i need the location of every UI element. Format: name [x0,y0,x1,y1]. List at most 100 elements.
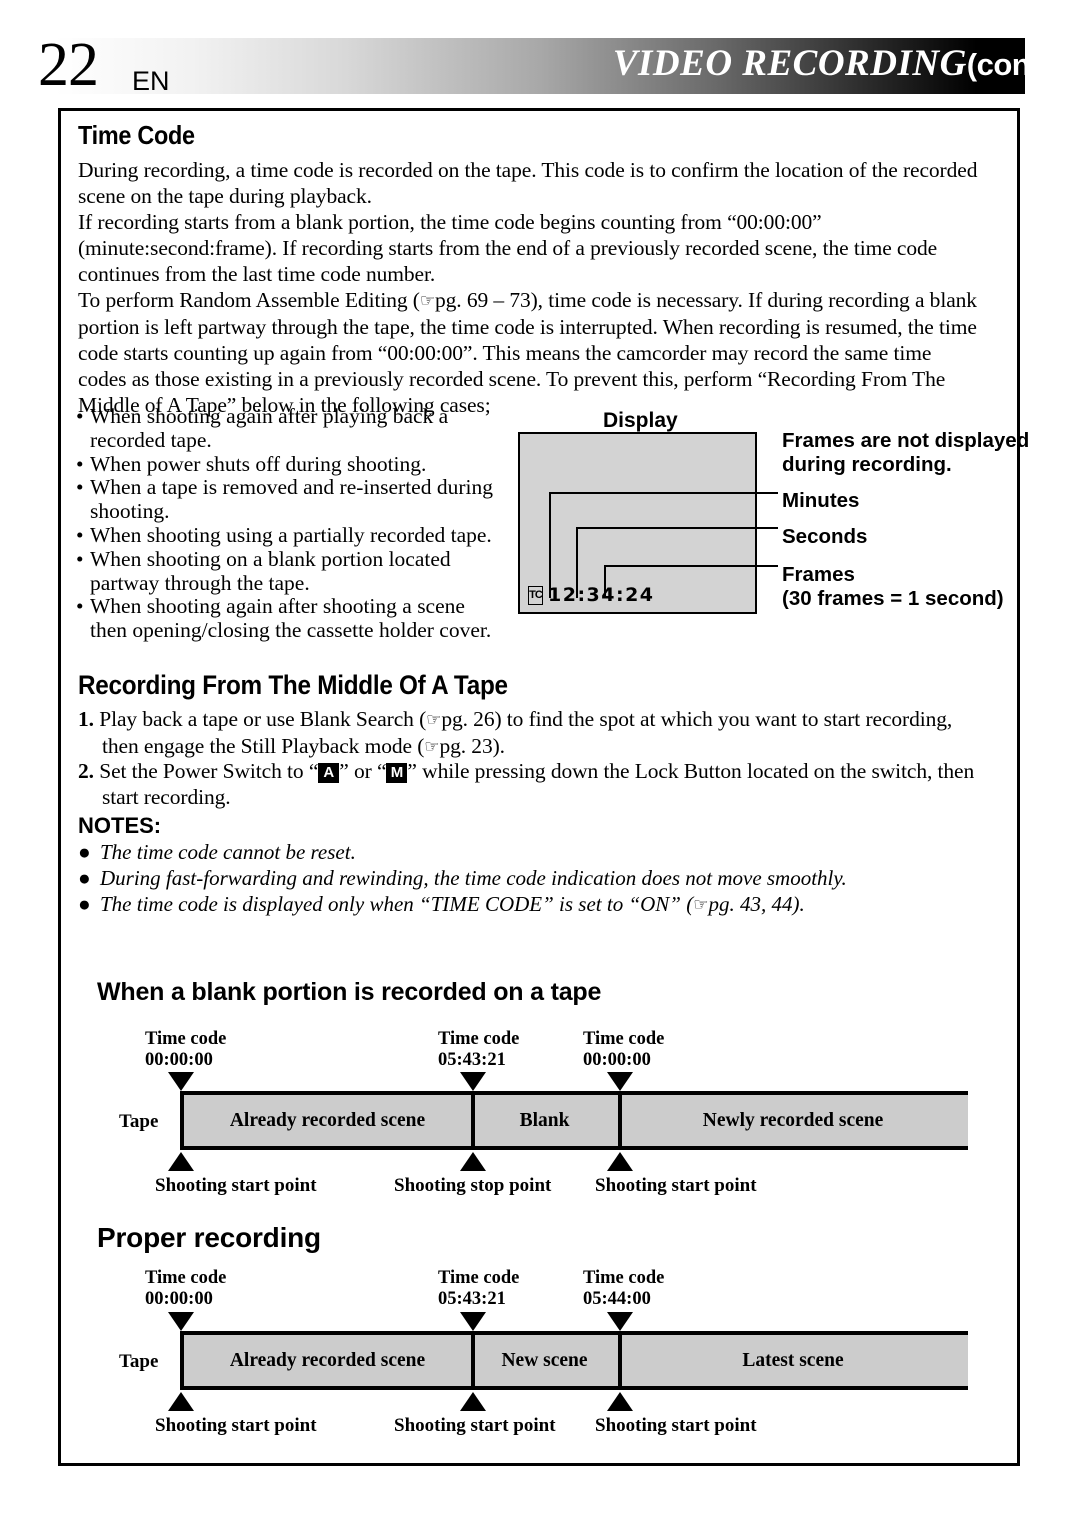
leader-line-minutes-horizontal [549,492,778,494]
leader-line-frames-horizontal [604,565,778,567]
timecode-value: 05:44:00 [583,1289,651,1309]
hand-pointer-icon: ☞ [424,737,440,757]
timecode-value: 00:00:00 [583,1050,651,1070]
timecode-marker-label-2: Time code 05:43:21 [438,1029,519,1071]
step-1-number: 1. [78,707,94,731]
note-frames-line2: during recording. [782,453,952,476]
step-1-line-2: then engage the Still Playback mode (☞pg… [78,733,1018,760]
time-code-bullet-list: When shooting again after playing back a… [76,404,526,643]
marker-arrow-down [168,1312,194,1331]
leader-line-seconds-horizontal [576,527,778,529]
note-text-a: The time code is displayed only when “TI… [100,892,694,916]
bullet-line: When shooting on a blank portion located [90,546,451,571]
bullet-line: When a tape is removed and re-inserted d… [90,475,493,500]
notes-heading: NOTES: [78,813,162,838]
step-2-text-a: Set the Power Switch to “ [99,759,319,783]
timecode-caption: Time code [583,1268,665,1288]
tape-segment-label: Already recorded scene [229,1350,426,1371]
marker-arrow-down [460,1312,486,1331]
list-item: When shooting using a partially recorded… [76,523,526,548]
step-2: 2. Set the Power Switch to “A” or “M” wh… [78,758,1018,810]
hand-pointer-icon: ☞ [426,710,442,730]
tape-segment-label: Latest scene [742,1350,844,1371]
shooting-point-label: Shooting start point [595,1415,757,1436]
power-switch-auto-icon: A [318,763,340,783]
leader-line-minutes-vertical [549,492,551,598]
page-header: 22 EN VIDEO RECORDING(cont.) [0,34,1080,96]
marker-arrow-down [607,1312,633,1331]
tc-p2-l1-a: To perform Random Assemble Editing ( [78,288,420,312]
tape-segment-label: Already recorded scene [229,1110,426,1131]
bullet-line: When shooting again after shooting a sce… [90,594,465,619]
step-1-text-c: then engage the Still Playback mode ( [102,734,425,758]
label-seconds: Seconds [782,525,868,548]
marker-arrow-up [607,1152,633,1171]
notes-list: ● The time code cannot be reset. ● Durin… [78,839,998,918]
leader-line-seconds-vertical [576,527,578,598]
marker-arrow-down [607,1072,633,1091]
step-2-number: 2. [78,759,94,783]
timecode-marker-label-1: Time code 00:00:00 [145,1268,226,1310]
timecode-marker-label-2: Time code 05:43:21 [438,1268,519,1310]
step-1-text-d: pg. 23). [439,734,505,758]
tc-p1-l2: scene on the tape during playback. [78,184,372,208]
bullet-dot: ● [78,892,91,916]
shooting-point-label: Shooting stop point [394,1175,552,1196]
tc-p1-l3: If recording starts from a blank portion… [78,210,822,234]
bullet-dot: ● [78,866,91,890]
tc-p2-l2: portion is left partway through the tape… [78,315,977,339]
shooting-point-label: Shooting start point [155,1175,317,1196]
page-title-text: VIDEO RECORDING [612,43,967,84]
tape-segment-label: New scene [501,1350,588,1371]
hand-pointer-icon: ☞ [419,291,435,311]
heading-diagram-blank: When a blank portion is recorded on a ta… [97,978,602,1006]
heading-diagram-proper: Proper recording [97,1222,321,1253]
leader-line-frames-vertical [604,565,606,598]
list-item: When shooting again after shooting a sce… [76,594,526,643]
marker-arrow-up [168,1152,194,1171]
page-title-suffix: (cont.) [966,47,1059,82]
note-text: During fast-forwarding and rewinding, th… [100,866,847,890]
timecode-value: 05:43:21 [438,1050,506,1070]
heading-recording-from-middle: Recording From The Middle Of A Tape [78,670,508,700]
tc-p2-l4: codes as those existing in a previously … [78,367,946,391]
note-text: The time code cannot be reset. [100,840,356,864]
time-code-paragraph-1: During recording, a time code is recorde… [78,157,1008,287]
step-2-text-c: ” while pressing down the Lock Button lo… [407,759,975,783]
timecode-value: 00:00:00 [145,1289,213,1309]
list-item: When shooting on a blank portion located… [76,546,526,596]
tc-p1-l5: continues from the last time code number… [78,262,436,286]
tc-p2-l1-b: pg. 69 – 73), time code is necessary. If… [434,288,977,312]
step-1-line-1: 1. Play back a tape or use Blank Search … [78,706,1018,733]
timecode-marker-label-3: Time code 05:44:00 [583,1268,664,1310]
bullet-line: partway through the tape. [90,570,310,595]
marker-arrow-down [168,1072,194,1091]
list-item: When shooting again after playing back a… [76,404,526,453]
step-2-text-b: ” or “ [339,759,387,783]
timecode-value: 00:00:00 [145,1050,213,1070]
timecode-value: 05:43:21 [438,1289,506,1309]
label-frames: Frames (30 frames = 1 second) [782,563,1004,611]
hand-pointer-icon: ☞ [693,895,709,915]
note-frames-line1: Frames are not displayed [782,429,1030,452]
step-1-text-b: pg. 26) to find the spot at which you wa… [441,707,953,731]
marker-arrow-up [168,1392,194,1411]
tc-p2-l3: code starts counting up again from “00:0… [78,341,932,365]
heading-time-code: Time Code [78,120,195,150]
page-number: 22 [38,31,99,99]
step-2-line-1: 2. Set the Power Switch to “A” or “M” wh… [78,758,1018,784]
tc-p1-l1: During recording, a time code is recorde… [78,158,978,182]
marker-arrow-down [460,1072,486,1091]
tc-p2-l1: To perform Random Assemble Editing (☞pg.… [78,287,1008,314]
shooting-point-label: Shooting start point [394,1415,556,1436]
list-item: ● The time code is displayed only when “… [78,891,998,918]
tape-label: Tape [119,1351,159,1372]
bullet-dot: ● [78,840,91,864]
label-frames-sub: (30 frames = 1 second) [782,587,1004,610]
shooting-point-label: Shooting start point [595,1175,757,1196]
page-title: VIDEO RECORDING(cont.) [612,43,1059,84]
bullet-line: then opening/closing the cassette holder… [90,618,492,643]
time-code-icon: TC [528,586,543,605]
step-1: 1. Play back a tape or use Blank Search … [78,706,1018,760]
timecode-caption: Time code [438,1029,520,1049]
